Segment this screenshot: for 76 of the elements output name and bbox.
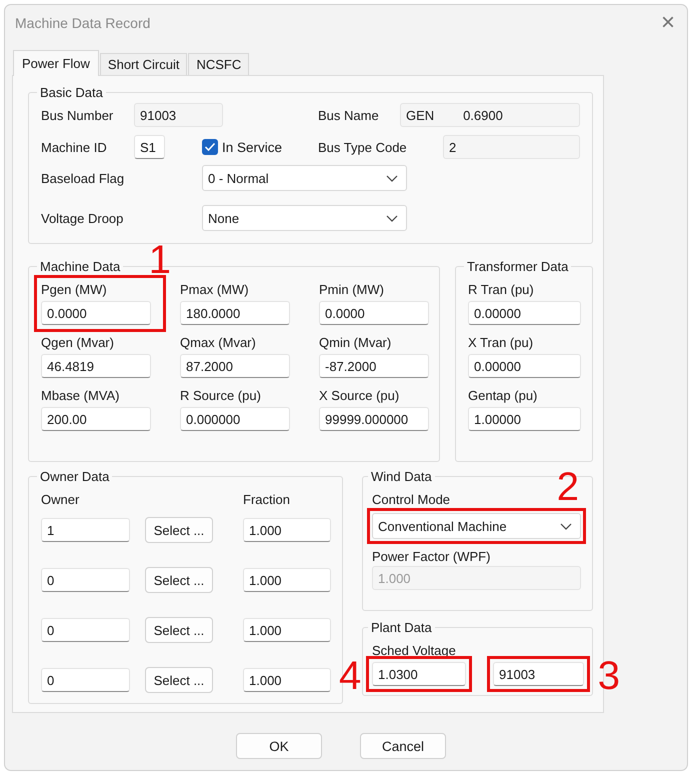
field-label: Machine ID <box>41 140 108 154</box>
text-field[interactable]: 1 <box>41 518 130 542</box>
group-title: Owner Data <box>39 469 110 484</box>
field-label: Bus Name <box>318 108 380 122</box>
text-field[interactable]: 1.000 <box>243 568 331 592</box>
text-field[interactable]: 1.000 <box>243 668 331 692</box>
window-title: Machine Data Record <box>15 15 150 31</box>
callout-number: 2 <box>556 467 579 507</box>
field-label: Pgen (MW) <box>41 282 107 297</box>
chevron-down-icon <box>560 522 572 530</box>
text-field[interactable]: 99999.000000 <box>319 407 429 431</box>
text-field[interactable]: 0.00000 <box>468 354 581 378</box>
field-label: R Source (pu) <box>180 388 261 403</box>
callout-number: 4 <box>339 656 362 696</box>
field-label: Bus Number <box>41 108 114 122</box>
field-label: R Tran (pu) <box>468 282 534 297</box>
select-button[interactable]: Select ... <box>145 517 213 543</box>
text-field[interactable]: 0 <box>41 618 130 642</box>
dialog-button[interactable]: Cancel <box>360 733 446 759</box>
select-button[interactable]: Select ... <box>145 617 213 643</box>
text-field[interactable]: 180.0000 <box>180 301 290 325</box>
callout-number: 3 <box>598 656 620 696</box>
text-field[interactable]: 0.00000 <box>468 301 581 325</box>
group-title: Basic Data <box>39 85 104 100</box>
text-field[interactable]: 1.00000 <box>468 407 581 431</box>
checkbox-label: In Service <box>222 140 282 154</box>
group-title: Machine Data <box>39 259 122 274</box>
tab[interactable]: Power Flow <box>13 50 99 76</box>
text-field[interactable]: 46.4819 <box>41 354 151 378</box>
group-title: Plant Data <box>370 620 433 635</box>
text-field[interactable]: 200.00 <box>41 407 151 431</box>
text-field[interactable]: 0.000000 <box>180 407 290 431</box>
field-label: Bus Type Code <box>318 140 408 154</box>
text-field[interactable]: 0 <box>41 668 130 692</box>
dropdown[interactable]: Conventional Machine <box>372 513 581 539</box>
field-label: Qgen (Mvar) <box>41 335 114 350</box>
close-button[interactable]: × <box>654 9 681 37</box>
text-field[interactable]: 1.0300 <box>372 662 466 686</box>
callout-number: 1 <box>148 240 171 280</box>
dropdown[interactable]: 0 - Normal <box>202 165 407 191</box>
text-field[interactable]: S1 <box>134 135 165 159</box>
text-field[interactable]: 87.2000 <box>180 354 290 378</box>
field-label: Power Factor (WPF) <box>372 549 492 564</box>
dropdown[interactable]: None <box>202 205 407 231</box>
text-field[interactable]: 0.0000 <box>41 301 151 325</box>
field-label: Sched Voltage <box>372 643 457 658</box>
text-field[interactable]: 0 <box>41 568 130 592</box>
text-field[interactable]: 1.000 <box>243 518 331 542</box>
field-label: Qmax (Mvar) <box>180 335 256 350</box>
field-label: X Source (pu) <box>319 388 400 403</box>
tab[interactable]: Short Circuit <box>100 53 188 75</box>
tab[interactable]: NCSFC <box>188 53 250 75</box>
select-button[interactable]: Select ... <box>145 567 213 593</box>
text-field[interactable]: 91003 <box>493 662 584 686</box>
field-label: Control Mode <box>372 492 452 507</box>
text-field[interactable]: -87.2000 <box>319 354 429 378</box>
field-label: Qmin (Mvar) <box>319 335 392 350</box>
select-button[interactable]: Select ... <box>145 667 213 693</box>
checkbox[interactable] <box>202 139 218 155</box>
group-title: Transformer Data <box>466 259 570 274</box>
column-header: Fraction <box>243 492 290 507</box>
field-label: Pmax (MW) <box>180 282 249 297</box>
field-label: Gentap (pu) <box>468 388 538 403</box>
text-field[interactable]: 1.000 <box>243 618 331 642</box>
field-label: Mbase (MVA) <box>41 388 120 403</box>
field-label: Baseload Flag <box>41 170 126 186</box>
column-header: Owner <box>41 492 80 507</box>
field-label: Pmin (MW) <box>319 282 384 297</box>
field-label: Voltage Droop <box>41 210 124 226</box>
chevron-down-icon <box>386 214 398 222</box>
checkmark-icon <box>204 142 216 152</box>
dialog-button[interactable]: OK <box>236 733 322 759</box>
field-label: X Tran (pu) <box>468 335 534 350</box>
chevron-down-icon <box>386 174 398 182</box>
group-title: Wind Data <box>370 469 433 484</box>
text-field[interactable]: 0.0000 <box>319 301 429 325</box>
